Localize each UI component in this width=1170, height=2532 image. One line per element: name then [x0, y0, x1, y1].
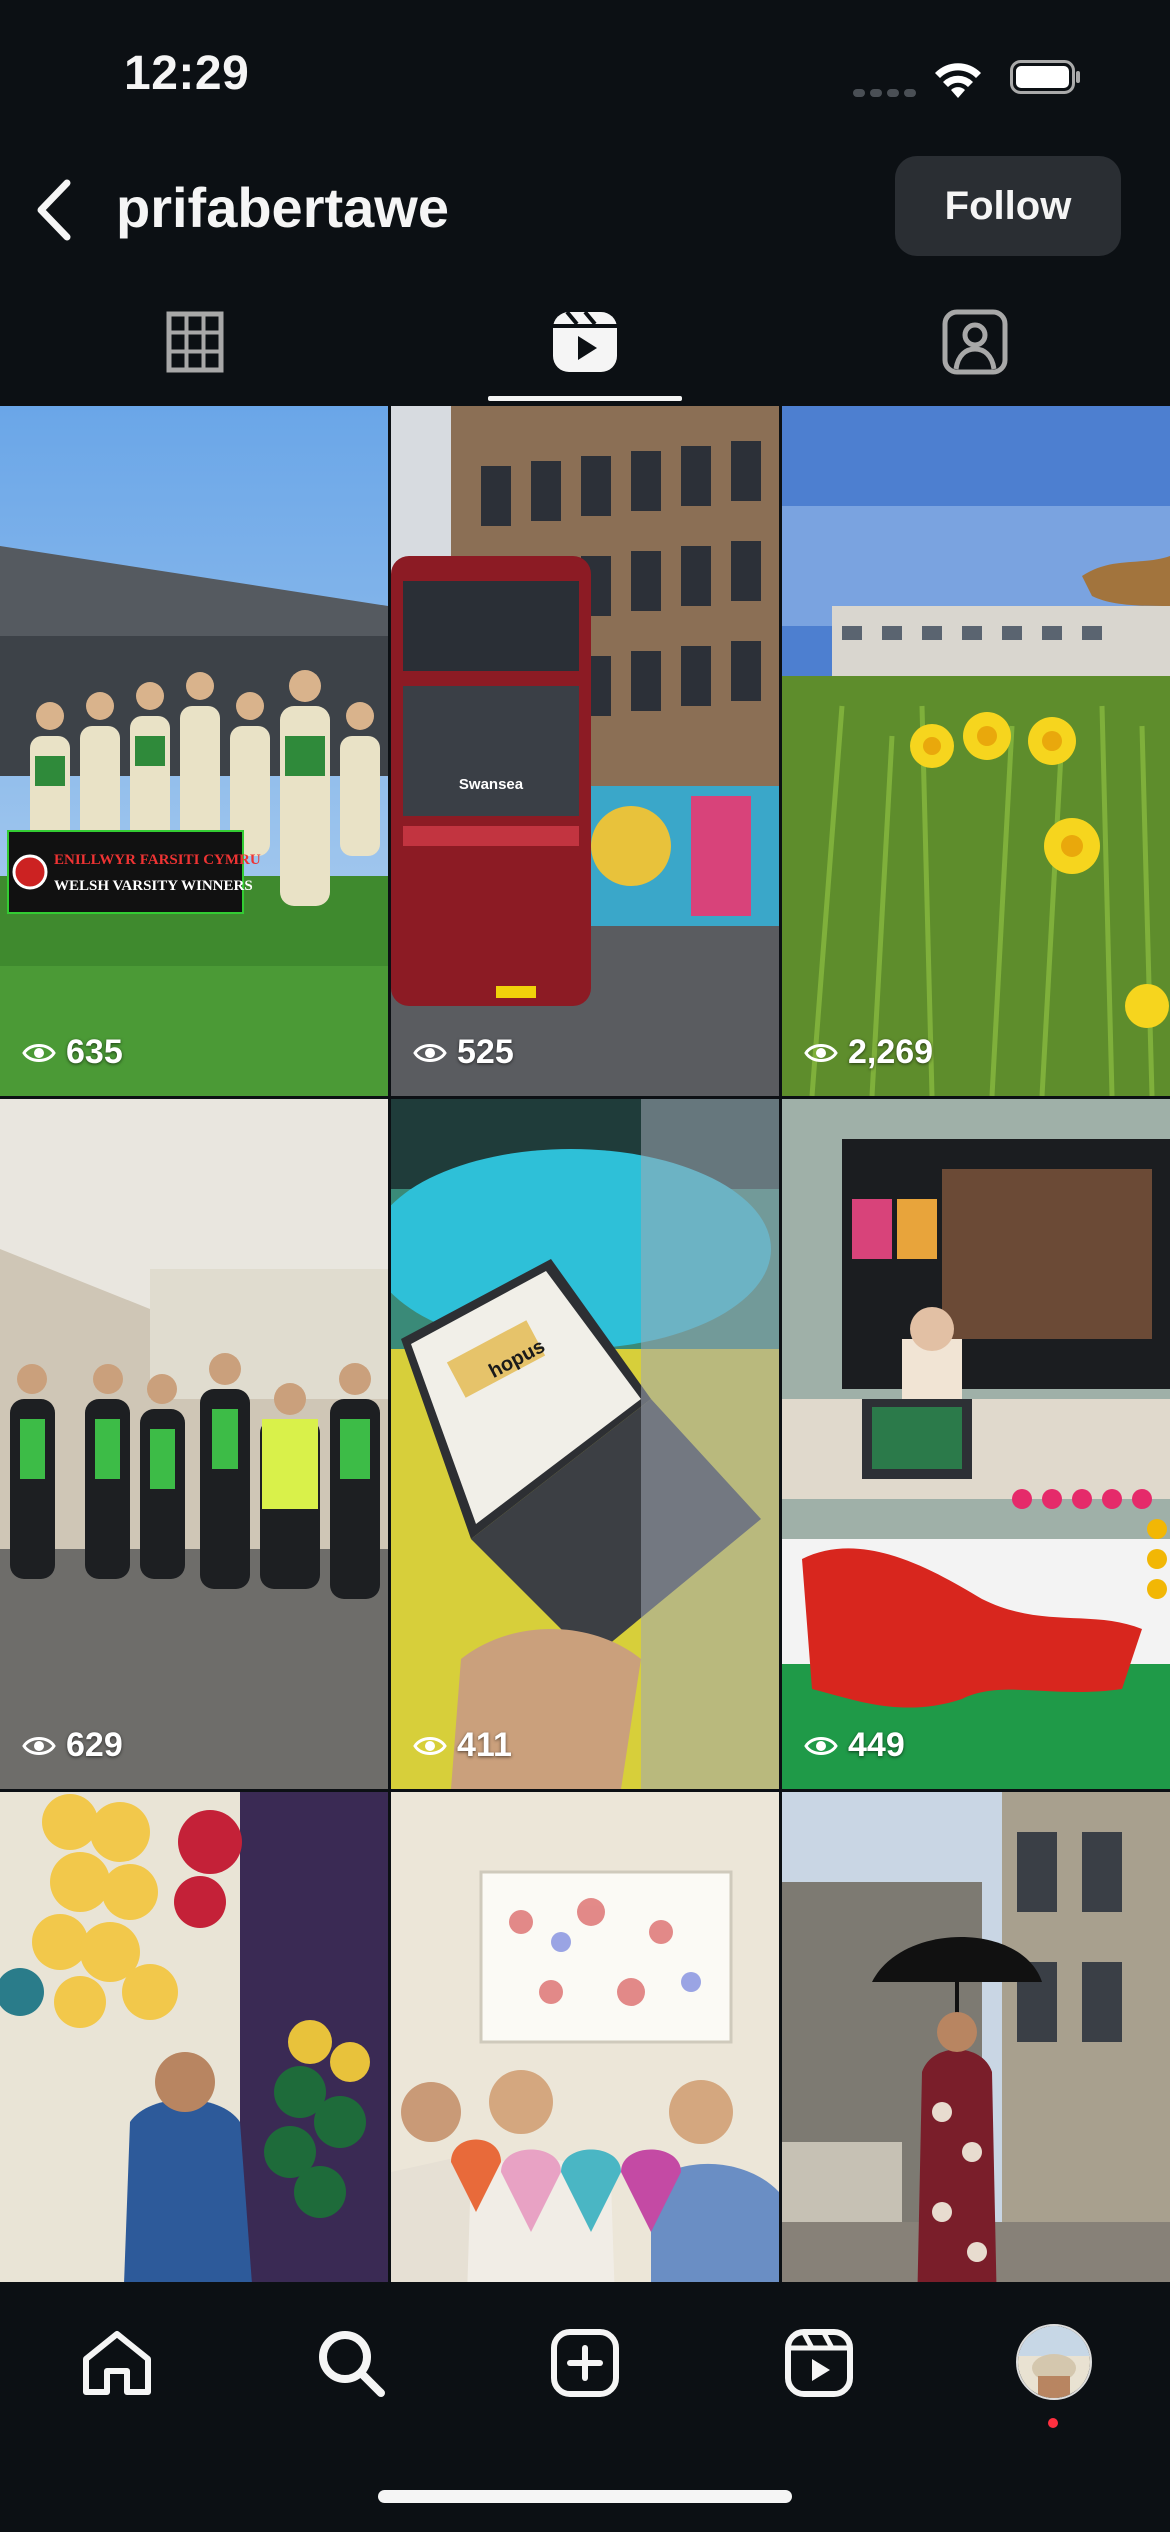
eye-icon: [804, 1043, 838, 1062]
signal-icon: [853, 84, 921, 102]
view-count-text: 2,269: [848, 1033, 934, 1071]
nav-home[interactable]: [72, 2318, 162, 2408]
battery-icon: [1010, 60, 1080, 94]
reel-thumbnail: [782, 1099, 1170, 1789]
tab-selected-indicator: [488, 396, 682, 401]
tab-tagged[interactable]: [780, 280, 1170, 404]
reels-grid: ENILLWYR FARSITI CYMRU WELSH VARSITY WIN…: [0, 406, 1170, 2282]
banner-text-1: ENILLWYR FARSITI CYMRU: [54, 852, 261, 868]
view-count: 635: [22, 1033, 123, 1072]
reel-thumbnail: Swansea: [391, 406, 779, 1096]
profile-avatar-image: [1018, 2326, 1090, 2398]
reel-tile[interactable]: ENILLWYR FARSITI CYMRU WELSH VARSITY WIN…: [0, 406, 388, 1096]
banner-text-2: WELSH VARSITY WINNERS: [54, 878, 253, 894]
view-count-text: 635: [66, 1033, 123, 1071]
profile-username: prifabertawe: [116, 176, 449, 239]
reel-tile[interactable]: hopus 411: [391, 1099, 779, 1789]
reel-tile[interactable]: 629: [0, 1099, 388, 1789]
eye-icon: [413, 1736, 447, 1755]
reel-thumbnail: ENILLWYR FARSITI CYMRU WELSH VARSITY WIN…: [0, 406, 388, 1096]
view-count: 2,269: [804, 1033, 933, 1072]
reel-tile[interactable]: [782, 1792, 1170, 2282]
follow-button[interactable]: Follow: [895, 156, 1121, 256]
home-icon: [83, 2331, 151, 2395]
plus-square-icon: [551, 2329, 619, 2397]
tagged-icon: [942, 309, 1008, 375]
reel-thumbnail: [0, 1792, 388, 2282]
search-icon: [319, 2331, 385, 2397]
view-count-text: 525: [457, 1033, 514, 1071]
profile-tabs: [0, 280, 1170, 404]
tab-reels[interactable]: [390, 280, 780, 404]
wifi-icon: [935, 63, 981, 98]
reel-thumbnail: hopus: [391, 1099, 779, 1789]
eye-icon: [413, 1043, 447, 1062]
nav-create[interactable]: [540, 2318, 630, 2408]
eye-icon: [22, 1043, 56, 1062]
reel-tile[interactable]: Swansea 525: [391, 406, 779, 1096]
reels-icon: [785, 2329, 853, 2397]
nav-reels[interactable]: [774, 2318, 864, 2408]
view-count: 629: [22, 1726, 123, 1765]
view-count-text: 449: [848, 1726, 905, 1764]
avatar[interactable]: [1016, 2324, 1092, 2400]
view-count-text: 411: [457, 1726, 512, 1764]
notification-dot: [1048, 2418, 1058, 2428]
grid-icon: [166, 311, 224, 373]
status-bar: 12:29: [0, 0, 1170, 150]
nav-search[interactable]: [306, 2318, 396, 2408]
home-indicator[interactable]: [378, 2490, 792, 2503]
bus-text: Swansea: [459, 776, 524, 793]
status-time: 12:29: [124, 47, 250, 100]
reel-tile[interactable]: 2,269: [782, 406, 1170, 1096]
view-count: 449: [804, 1726, 905, 1765]
back-button[interactable]: [20, 170, 86, 250]
profile-header: prifabertawe Follow: [0, 150, 1170, 270]
reels-icon: [553, 310, 617, 372]
reel-thumbnail: [782, 1792, 1170, 2282]
reel-tile[interactable]: [0, 1792, 388, 2282]
view-count-text: 629: [66, 1726, 123, 1764]
reel-tile[interactable]: [391, 1792, 779, 2282]
eye-icon: [804, 1736, 838, 1755]
tab-grid[interactable]: [0, 280, 390, 404]
view-count: 411: [413, 1726, 512, 1765]
chevron-left-icon: [37, 179, 71, 241]
reel-thumbnail: [782, 406, 1170, 1096]
eye-icon: [22, 1736, 56, 1755]
view-count: 525: [413, 1033, 514, 1072]
reel-thumbnail: [391, 1792, 779, 2282]
reel-thumbnail: [0, 1099, 388, 1789]
reel-tile[interactable]: 449: [782, 1099, 1170, 1789]
